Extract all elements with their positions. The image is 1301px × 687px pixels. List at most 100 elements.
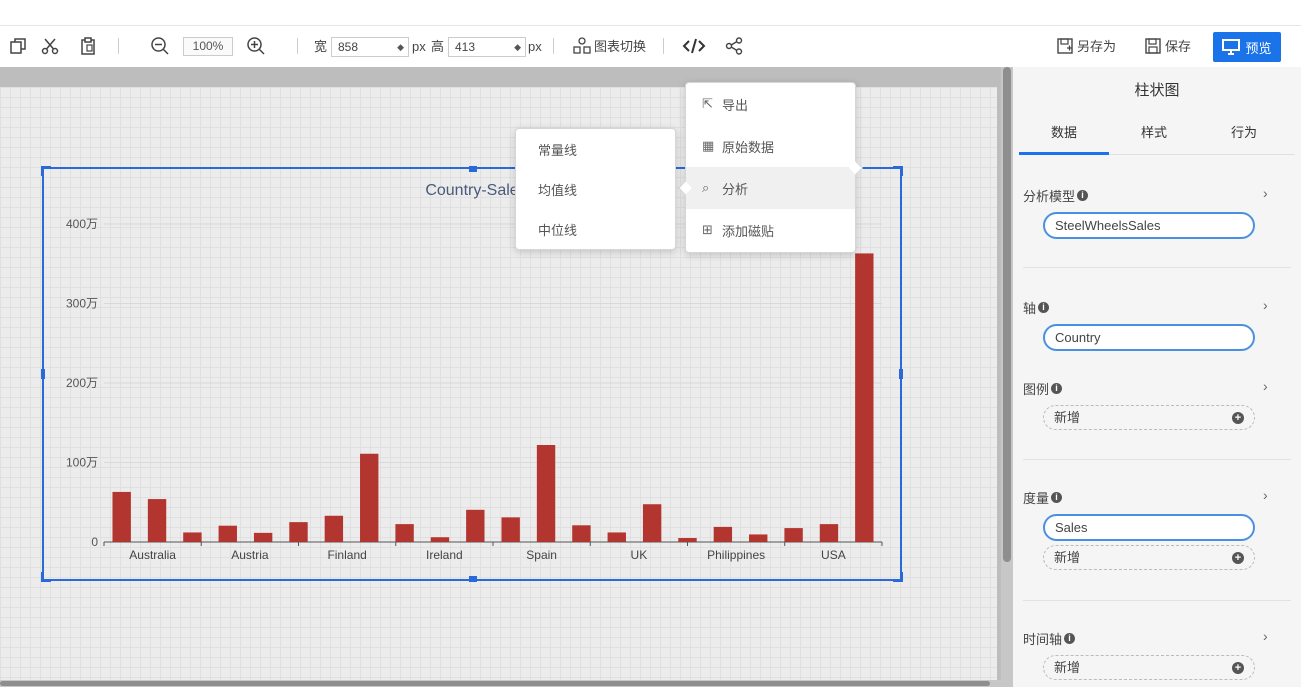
bar <box>501 517 520 542</box>
section-label-axis: 轴i <box>1023 298 1050 317</box>
menu-item-label: 原始数据 <box>722 139 775 155</box>
width-input[interactable]: 858 ◆ <box>331 37 409 57</box>
bar <box>253 532 273 542</box>
horizontal-scrollbar[interactable] <box>0 680 1001 687</box>
timeline-add-button[interactable]: 新增 + <box>1043 655 1255 680</box>
menu-item-label: 均值线 <box>538 182 578 198</box>
table-icon: ▦ <box>702 138 715 153</box>
export-icon: ⇱ <box>702 96 713 111</box>
tab-behavior[interactable]: 行为 <box>1199 117 1289 155</box>
section-label-measure: 度量 i <box>1023 488 1063 507</box>
menu-item-analysis[interactable]: ⌕ 分析 <box>686 167 855 209</box>
paste-icon[interactable] <box>78 36 98 56</box>
zoom-in-icon[interactable] <box>246 36 266 56</box>
submenu-item-average-line[interactable]: 均值线 <box>516 169 675 209</box>
chevron-right-icon[interactable]: › <box>1263 628 1268 644</box>
legend-add-button[interactable]: 新增 + <box>1043 405 1255 430</box>
width-unit: px <box>412 39 426 54</box>
bar <box>395 524 414 542</box>
chevron-right-icon[interactable]: › <box>1263 297 1268 313</box>
chevron-right-icon[interactable]: › <box>1263 487 1268 503</box>
height-label: 高 <box>431 39 445 54</box>
measure-field[interactable]: Sales <box>1043 514 1255 541</box>
resize-handle[interactable] <box>899 369 903 379</box>
save-as-button[interactable]: 另存为 <box>1056 36 1116 55</box>
preview-button[interactable]: 预览 <box>1213 32 1281 62</box>
chart-title: Country-Sale <box>425 182 518 199</box>
x-tick-label: UK <box>631 548 648 562</box>
bar <box>642 504 662 542</box>
menu-item-label: 分析 <box>722 181 749 197</box>
y-tick-label: 400万 <box>66 217 98 231</box>
resize-handle[interactable] <box>41 369 45 379</box>
submenu-item-constant-line[interactable]: 常量线 <box>516 129 675 169</box>
section-label-legend: 图例 i <box>1023 379 1063 398</box>
context-menu: ⇱ 导出 ▦ 原始数据 ⌕ 分析 ⊞ 添加磁贴 <box>677 82 864 253</box>
y-tick-label: 100万 <box>66 456 98 470</box>
bar <box>430 537 450 542</box>
scrollbar-thumb[interactable] <box>1003 67 1011 562</box>
menu-item-label: 添加磁贴 <box>722 223 775 239</box>
chart-switch-icon <box>573 36 591 54</box>
bar <box>218 525 237 542</box>
menu-item-label: 常量线 <box>538 142 578 158</box>
y-tick-label: 300万 <box>66 297 98 311</box>
bar <box>289 522 308 542</box>
app-root: 100% 宽 858 ◆ px 高 413 ◆ px 图表切换 另存为 保存 预… <box>0 0 1301 687</box>
copy-icon[interactable] <box>8 36 28 56</box>
bar <box>360 453 379 542</box>
x-tick-label: Philippines <box>707 548 765 562</box>
vertical-scrollbar[interactable] <box>1001 67 1013 687</box>
x-tick-label: Finland <box>327 548 366 562</box>
menu-item-raw-data[interactable]: ▦ 原始数据 <box>686 125 855 167</box>
width-value: 858 <box>338 40 359 54</box>
submenu-item-median-line[interactable]: 中位线 <box>516 209 675 249</box>
info-icon: i <box>1077 190 1089 201</box>
model-field[interactable]: SteelWheelsSales <box>1043 212 1255 239</box>
save-icon <box>1145 37 1161 54</box>
spinner-icon[interactable]: ◆ <box>514 38 521 56</box>
menu-item-add-tile[interactable]: ⊞ 添加磁贴 <box>686 209 855 251</box>
info-icon: i <box>1051 383 1063 394</box>
bar <box>572 525 591 542</box>
plus-icon: + <box>1232 662 1244 674</box>
resize-handle[interactable] <box>893 166 903 176</box>
save-button[interactable]: 保存 <box>1144 36 1191 55</box>
menu-item-export[interactable]: ⇱ 导出 <box>686 83 855 125</box>
save-label: 保存 <box>1165 39 1192 54</box>
axis-field[interactable]: Country <box>1043 324 1255 351</box>
resize-handle[interactable] <box>41 572 51 582</box>
spinner-icon[interactable]: ◆ <box>397 38 404 56</box>
measure-add-button[interactable]: 新增 + <box>1043 545 1255 570</box>
tab-style[interactable]: 样式 <box>1109 117 1199 155</box>
code-icon[interactable] <box>681 36 707 56</box>
zoom-out-icon[interactable] <box>150 36 170 56</box>
toolbar-divider <box>297 38 298 54</box>
chart-switch-button[interactable]: 图表切换 <box>573 36 646 55</box>
scissors-icon[interactable] <box>40 36 60 56</box>
resize-handle[interactable] <box>469 166 477 172</box>
save-as-label: 另存为 <box>1077 39 1117 54</box>
x-tick-label: Ireland <box>426 548 463 562</box>
height-input[interactable]: 413 ◆ <box>448 37 526 57</box>
scrollbar-thumb[interactable] <box>0 681 990 686</box>
bar <box>713 526 733 542</box>
resize-handle[interactable] <box>41 166 51 176</box>
monitor-icon <box>1222 39 1241 55</box>
bar <box>855 253 874 542</box>
chevron-right-icon[interactable]: › <box>1263 378 1268 394</box>
info-icon: i <box>1051 492 1063 503</box>
section-divider <box>1023 459 1291 460</box>
share-icon[interactable] <box>724 36 744 56</box>
bar <box>112 491 131 542</box>
chevron-right-icon[interactable]: › <box>1263 185 1268 201</box>
zoom-level[interactable]: 100% <box>183 37 233 56</box>
tab-data[interactable]: 数据 <box>1019 117 1109 155</box>
bar <box>147 499 167 542</box>
resize-handle[interactable] <box>469 576 477 582</box>
resize-handle[interactable] <box>893 572 903 582</box>
width-label: 宽 <box>314 39 328 54</box>
height-value: 413 <box>455 40 476 54</box>
menu-item-label: 导出 <box>722 97 749 113</box>
bar <box>536 445 556 542</box>
